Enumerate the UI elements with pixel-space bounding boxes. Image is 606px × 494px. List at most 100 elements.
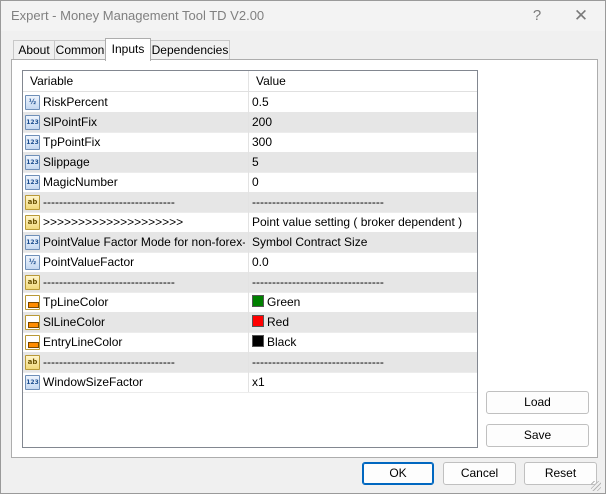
table-row[interactable]: 123 MagicNumber 0: [23, 172, 477, 193]
variable-value[interactable]: ---------------------------------: [252, 355, 474, 369]
color-swatch: [252, 315, 264, 327]
variable-name: ---------------------------------: [43, 195, 175, 209]
close-icon[interactable]: ✕: [559, 3, 603, 29]
column-divider: [248, 152, 249, 172]
reset-button[interactable]: Reset: [524, 462, 597, 485]
variable-value[interactable]: ---------------------------------: [252, 195, 474, 209]
string-type-icon: ab: [25, 215, 40, 230]
table-row[interactable]: EntryLineColor Black: [23, 332, 477, 353]
table-row[interactable]: ab >>>>>>>>>>>>>>>>>>>> Point value settin…: [23, 212, 477, 233]
column-divider: [248, 272, 249, 292]
variable-value[interactable]: ---------------------------------: [252, 275, 474, 289]
save-button[interactable]: Save: [486, 424, 589, 447]
string-type-icon: ab: [25, 355, 40, 370]
variable-name: RiskPercent: [43, 95, 108, 109]
variable-name: TpLineColor: [43, 295, 109, 309]
grid-header: Variable Value: [23, 71, 477, 92]
table-row[interactable]: TpLineColor Green: [23, 292, 477, 313]
variable-value[interactable]: Green: [252, 295, 474, 309]
variable-name: ---------------------------------: [43, 275, 175, 289]
integer-type-icon: 123: [25, 115, 40, 130]
title-bar[interactable]: Expert - Money Management Tool TD V2.00 …: [1, 1, 605, 31]
variable-name: SlPointFix: [43, 115, 98, 129]
table-row[interactable]: ab --------------------------------- -----…: [23, 352, 477, 373]
variable-name: WindowSizeFactor: [43, 375, 144, 389]
inputs-grid: Variable Value ½ RiskPercent 0.5 123 SlPoint…: [22, 70, 478, 448]
color-name: Black: [267, 335, 297, 349]
variable-name: SlLineColor: [43, 315, 106, 329]
color-type-icon: [25, 295, 40, 310]
column-divider: [248, 352, 249, 372]
integer-type-icon: 123: [25, 175, 40, 190]
variable-value[interactable]: Black: [252, 335, 474, 349]
table-row[interactable]: 123 PointValue Factor Mode for non-forex-…: [23, 232, 477, 253]
table-row[interactable]: 123 SlPointFix 200: [23, 112, 477, 133]
column-divider: [248, 132, 249, 152]
variable-name: TpPointFix: [43, 135, 101, 149]
string-type-icon: ab: [25, 275, 40, 290]
header-divider[interactable]: [248, 71, 249, 91]
column-divider: [248, 232, 249, 252]
color-type-icon: [25, 335, 40, 350]
header-variable[interactable]: Variable: [30, 74, 73, 88]
color-swatch: [252, 335, 264, 347]
color-type-icon: [25, 315, 40, 330]
tab-inputs[interactable]: Inputs: [105, 38, 151, 61]
resize-grip-icon[interactable]: [591, 481, 601, 491]
column-divider: [248, 212, 249, 232]
ok-button[interactable]: OK: [362, 462, 434, 485]
variable-value[interactable]: Red: [252, 315, 474, 329]
variable-name: ---------------------------------: [43, 355, 175, 369]
integer-type-icon: 123: [25, 135, 40, 150]
column-divider: [248, 312, 249, 332]
variable-name: MagicNumber: [43, 175, 118, 189]
variable-name: PointValueFactor: [43, 255, 135, 269]
table-row[interactable]: 123 WindowSizeFactor x1: [23, 372, 477, 393]
color-swatch: [252, 295, 264, 307]
table-row[interactable]: SlLineColor Red: [23, 312, 477, 333]
variable-name: EntryLineColor: [43, 335, 123, 349]
header-value[interactable]: Value: [256, 74, 286, 88]
table-row[interactable]: ½ PointValueFactor 0.0: [23, 252, 477, 273]
variable-value[interactable]: x1: [252, 375, 474, 389]
variable-name: Slippage: [43, 155, 90, 169]
variable-name: PointValue Factor Mode for non-forex-sy.…: [43, 235, 245, 249]
variable-value[interactable]: 0: [252, 175, 474, 189]
cancel-button[interactable]: Cancel: [443, 462, 516, 485]
tab-about[interactable]: About: [13, 40, 55, 60]
load-button[interactable]: Load: [486, 391, 589, 414]
column-divider: [248, 252, 249, 272]
variable-value[interactable]: 5: [252, 155, 474, 169]
table-row[interactable]: ab --------------------------------- -----…: [23, 272, 477, 293]
column-divider: [248, 112, 249, 132]
column-divider: [248, 372, 249, 392]
integer-type-icon: 123: [25, 155, 40, 170]
variable-value[interactable]: 200: [252, 115, 474, 129]
help-icon[interactable]: ?: [515, 3, 559, 29]
variable-value[interactable]: 0.5: [252, 95, 474, 109]
window-title: Expert - Money Management Tool TD V2.00: [11, 8, 265, 23]
variable-value[interactable]: 300: [252, 135, 474, 149]
double-type-icon: ½: [25, 95, 40, 110]
column-divider: [248, 292, 249, 312]
string-type-icon: ab: [25, 195, 40, 210]
tab-common[interactable]: Common: [54, 40, 106, 60]
inputs-panel: Variable Value ½ RiskPercent 0.5 123 SlPoint…: [11, 59, 598, 458]
color-name: Green: [267, 295, 301, 309]
column-divider: [248, 332, 249, 352]
table-row[interactable]: ½ RiskPercent 0.5: [23, 92, 477, 113]
variable-value[interactable]: Symbol Contract Size: [252, 235, 474, 249]
variable-value[interactable]: 0.0: [252, 255, 474, 269]
variable-name: >>>>>>>>>>>>>>>>>>>>: [43, 215, 184, 229]
column-divider: [248, 172, 249, 192]
table-row[interactable]: 123 TpPointFix 300: [23, 132, 477, 153]
tab-dependencies[interactable]: Dependencies: [150, 40, 230, 60]
integer-type-icon: 123: [25, 375, 40, 390]
integer-type-icon: 123: [25, 235, 40, 250]
variable-value[interactable]: Point value setting ( broker dependent ): [252, 215, 474, 229]
column-divider: [248, 92, 249, 112]
color-name: Red: [267, 315, 290, 329]
table-row[interactable]: 123 Slippage 5: [23, 152, 477, 173]
table-row[interactable]: ab --------------------------------- -----…: [23, 192, 477, 213]
column-divider: [248, 192, 249, 212]
